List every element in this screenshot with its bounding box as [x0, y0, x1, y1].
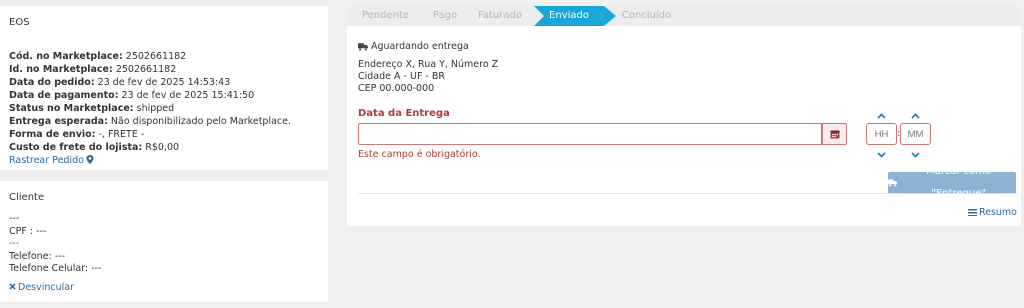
- minute-increment-button[interactable]: [909, 112, 921, 122]
- order-info-panel: EOS Cód. no Marketplace: 2502661182 Id. …: [0, 6, 328, 170]
- info-row-shipping-cost: Custo de frete do lojista: R$0,00: [9, 141, 319, 154]
- order-progress-steps: Pendente Pago Faturado Enviado Concluído: [347, 6, 1021, 26]
- track-order-label: Rastrear Pedido: [9, 155, 84, 166]
- chevron-up-icon: [910, 113, 920, 119]
- summary-link-label: Resumo: [978, 207, 1017, 218]
- step-invoiced: Faturado: [478, 10, 522, 21]
- unlink-client-link[interactable]: Desvincular: [9, 282, 74, 293]
- info-row-marketplace-code: Cód. no Marketplace: 2502661182: [9, 50, 319, 63]
- delivery-date-label: Data da Entrega: [358, 108, 450, 119]
- field-value: 23 de fev de 2025 15:41:50: [118, 90, 255, 101]
- calendar-icon: [830, 130, 839, 139]
- hour-input[interactable]: [866, 123, 897, 145]
- field-label: Id. no Marketplace:: [9, 64, 113, 75]
- field-value: 23 de fev de 2025 14:53:43: [94, 77, 231, 88]
- info-row-payment-date: Data de pagamento: 23 de fev de 2025 15:…: [9, 89, 319, 102]
- info-row-marketplace-id: Id. no Marketplace: 2502661182: [9, 63, 319, 76]
- field-label: Cód. no Marketplace:: [9, 51, 123, 62]
- client-panel-title: Cliente: [9, 192, 45, 203]
- client-phone: Telefone: ---: [9, 250, 66, 262]
- mark-delivered-button[interactable]: Marcar como "Entregue": [888, 166, 1016, 199]
- client-info-list: --- CPF : --- --- Telefone: --- Telefone…: [9, 213, 319, 276]
- info-row-expected-delivery: Entrega esperada: Não disponibilizado pe…: [9, 115, 319, 128]
- field-value: shipped: [133, 103, 175, 114]
- truck-icon: [888, 179, 898, 187]
- shipment-status-text: Aguardando entrega: [371, 41, 469, 52]
- minute-input[interactable]: [900, 123, 931, 145]
- minute-decrement-button[interactable]: [909, 151, 921, 161]
- chevron-up-icon: [876, 113, 886, 119]
- field-label: Custo de frete do lojista:: [9, 142, 143, 153]
- field-value: -, FRETE -: [95, 129, 145, 140]
- unlink-label: Desvincular: [18, 281, 75, 293]
- address-line-zip: CEP 00.000-000: [358, 83, 435, 94]
- calendar-button[interactable]: [822, 123, 847, 145]
- field-label: Data de pagamento:: [9, 90, 119, 101]
- field-label: Status no Marketplace:: [9, 103, 134, 114]
- field-value: Não disponibilizado pelo Marketplace.: [107, 116, 291, 127]
- hour-decrement-button[interactable]: [875, 151, 887, 161]
- field-value: 2502661182: [112, 64, 177, 75]
- section-divider: [358, 193, 1018, 194]
- field-label: Forma de envio:: [9, 129, 96, 140]
- shipment-panel: Pendente Pago Faturado Enviado Concluído…: [347, 6, 1021, 226]
- client-name: ---: [9, 213, 20, 224]
- delivery-address: Endereço X, Rua Y, Número Z Cidade A - U…: [358, 59, 498, 95]
- close-icon: [9, 282, 16, 290]
- client-mobile: Telefone Celular: ---: [9, 263, 102, 274]
- info-row-shipping-method: Forma de envio: -, FRETE -: [9, 128, 319, 141]
- chevron-down-icon: [910, 152, 920, 158]
- field-value: R$0,00: [142, 142, 180, 153]
- step-completed: Concluído: [621, 10, 672, 21]
- chevron-down-icon: [876, 152, 886, 158]
- order-panel-title: EOS: [9, 17, 30, 28]
- truck-icon: [358, 43, 368, 51]
- address-line-street: Endereço X, Rua Y, Número Z: [358, 59, 499, 70]
- info-row-marketplace-status: Status no Marketplace: shipped: [9, 102, 319, 115]
- shipment-status: Aguardando entrega: [358, 41, 469, 53]
- list-icon: [967, 209, 977, 216]
- client-email: ---: [9, 238, 20, 249]
- info-row-order-date: Data do pedido: 23 de fev de 2025 14:53:…: [9, 76, 319, 89]
- summary-link[interactable]: Resumo: [967, 207, 1017, 218]
- step-pending: Pendente: [361, 10, 410, 21]
- step-shipped: Enviado: [534, 6, 616, 26]
- field-label: Entrega esperada:: [9, 116, 108, 127]
- step-paid: Pago: [432, 10, 458, 21]
- delivery-date-error: Este campo é obrigatório.: [358, 149, 481, 160]
- order-info-list: Cód. no Marketplace: 2502661182 Id. no M…: [9, 50, 319, 154]
- mark-delivered-label: Marcar como "Entregue": [926, 166, 992, 199]
- delivery-date-input[interactable]: [358, 123, 822, 145]
- field-label: Data do pedido:: [9, 77, 95, 88]
- field-value: 2502661182: [122, 51, 187, 62]
- client-panel: Cliente --- CPF : --- --- Telefone: --- …: [0, 181, 328, 302]
- address-line-city: Cidade A - UF - BR: [358, 71, 445, 82]
- hour-increment-button[interactable]: [875, 112, 887, 122]
- track-order-link[interactable]: Rastrear Pedido: [9, 154, 94, 167]
- client-cpf: CPF : ---: [9, 225, 47, 237]
- map-marker-icon: [86, 155, 94, 164]
